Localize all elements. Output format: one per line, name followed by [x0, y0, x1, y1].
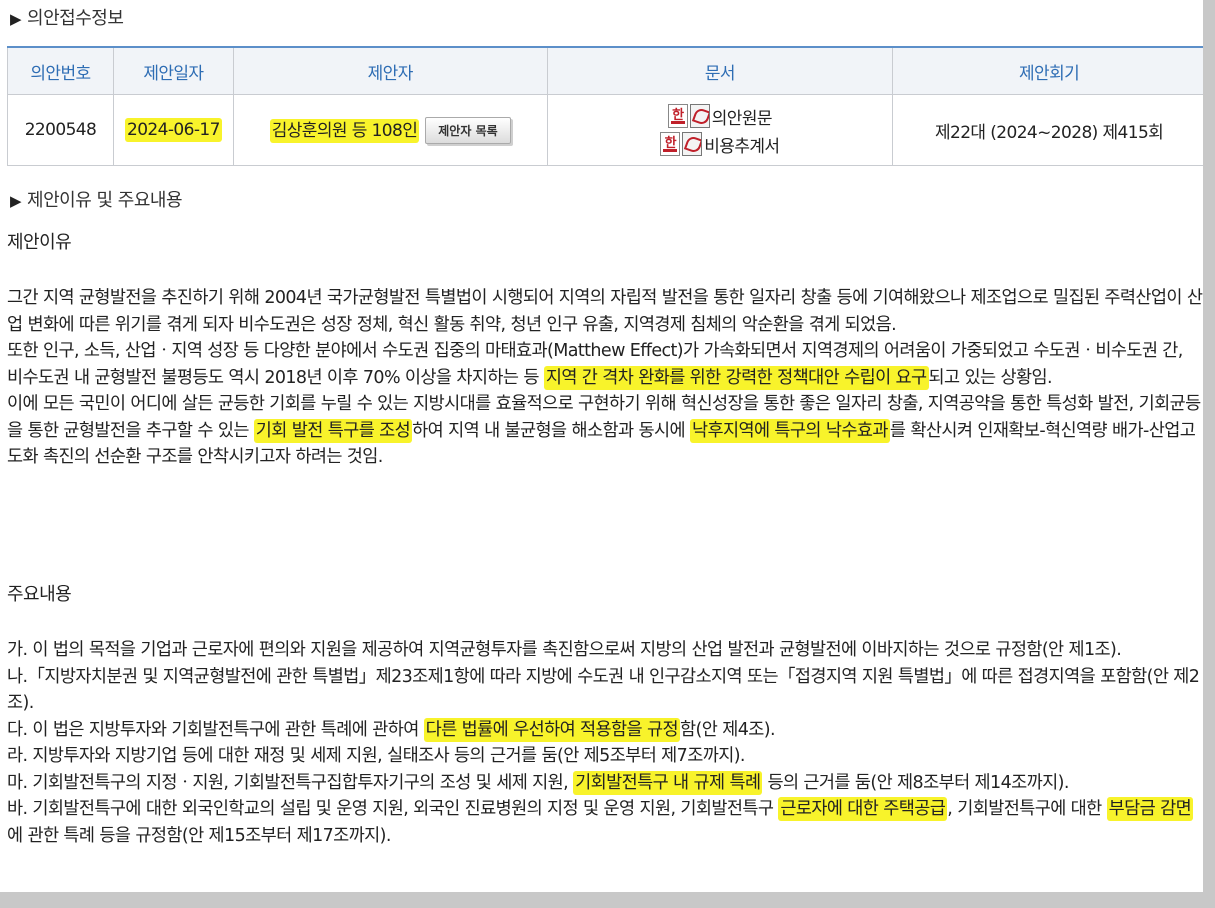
highlight: 기회발전특구 내 규제 특례	[573, 770, 763, 795]
document-label: 의안원문	[711, 108, 773, 129]
document-link-bill-text[interactable]: 한 의안원문	[549, 102, 892, 130]
pdf-icon[interactable]	[682, 132, 703, 156]
list-item: 나.「지방자치분권 및 지역균형발전에 관한 특별법」제23조제1항에 따라 지…	[7, 666, 1200, 714]
list-item: 다. 이 법은 지방투자와 기회발전특구에 관한 특례에 관하여 다른 법률에 …	[7, 717, 776, 742]
highlight: 지역 간 격차 완화를 위한 강력한 정책대안 수립이 요구	[543, 365, 929, 390]
bill-detail-page: ▶ 의안접수정보 의안번호 제안일자 제안자 문서 제안회기 2200548 20…	[0, 0, 1203, 892]
session: 제22대 (2024~2028) 제415회	[892, 94, 1203, 166]
bill-receipt-table: 의안번호 제안일자 제안자 문서 제안회기 2200548 2024-06-17…	[7, 46, 1203, 166]
reason-label: 제안이유	[7, 232, 72, 253]
table-row: 2200548 2024-06-17 김상훈의원 등 108인 제안자 목록 한 …	[7, 94, 1203, 166]
reason-text: 그간 지역 균형발전을 추진하기 위해 2004년 국가균형발전 특별법이 시행…	[7, 285, 1203, 471]
document-label: 비용추계서	[704, 136, 780, 157]
header-bill-number: 의안번호	[7, 47, 114, 95]
table-header-row: 의안번호 제안일자 제안자 문서 제안회기	[7, 47, 1203, 95]
proposer-name: 김상훈의원 등 108인	[269, 118, 420, 143]
proposer-list-button[interactable]: 제안자 목록	[425, 117, 511, 145]
main-content-text: 가. 이 법의 목적을 기업과 근로자에 편의와 지원을 제공하여 지역균형투자…	[7, 637, 1203, 849]
header-proposal-date: 제안일자	[112, 47, 234, 95]
reasons-section-title: ▶ 제안이유 및 주요내용	[10, 190, 183, 211]
header-session: 제안회기	[892, 47, 1203, 95]
triangle-icon: ▶	[10, 192, 22, 210]
reason-paragraph: 또한 인구, 소득, 산업ㆍ지역 성장 등 다양한 분야에서 수도권 집중의 마…	[7, 341, 1183, 390]
highlight: 다른 법률에 우선하여 적용함을 규정	[423, 717, 681, 742]
triangle-icon: ▶	[10, 10, 22, 28]
proposer-cell: 김상훈의원 등 108인 제안자 목록	[232, 94, 548, 166]
list-item: 가. 이 법의 목적을 기업과 근로자에 편의와 지원을 제공하여 지역균형투자…	[7, 640, 1122, 660]
highlight: 기회 발전 특구를 조성	[253, 418, 413, 443]
highlight: 부담금 감면	[1106, 797, 1194, 821]
document-link-cost-estimate[interactable]: 한 비용추계서	[549, 130, 892, 158]
header-documents: 문서	[546, 47, 894, 95]
header-proposer: 제안자	[232, 47, 548, 95]
documents-cell: 한 의안원문 한 비용추계서	[546, 94, 894, 166]
proposal-date: 2024-06-17	[125, 118, 222, 142]
pdf-icon[interactable]	[689, 104, 710, 128]
list-item: 마. 기회발전특구의 지정ㆍ지원, 기회발전특구집합투자기구의 조성 및 세제 …	[7, 770, 1069, 795]
proposal-date-cell: 2024-06-17	[112, 94, 234, 166]
highlight: 근로자에 대한 주택공급	[778, 797, 948, 821]
bill-number: 2200548	[7, 94, 114, 166]
list-item: 라. 지방투자와 지방기업 등에 대한 재정 및 세제 지원, 실태조사 등의 …	[7, 746, 745, 766]
main-content-label: 주요내용	[7, 584, 72, 605]
hwp-icon[interactable]: 한	[667, 104, 688, 128]
receipt-section-title: ▶ 의안접수정보	[10, 8, 124, 29]
hwp-icon[interactable]: 한	[660, 132, 681, 156]
reason-paragraph: 그간 지역 균형발전을 추진하기 위해 2004년 국가균형발전 특별법이 시행…	[7, 288, 1203, 335]
reason-paragraph: 이에 모든 국민이 어디에 살든 균등한 기회를 누릴 수 있는 지방시대를 효…	[7, 394, 1201, 467]
highlight: 낙후지역에 특구의 낙수효과	[689, 418, 890, 443]
list-item: 바. 기회발전특구에 대한 외국인학교의 설립 및 운영 지원, 외국인 진료병…	[7, 797, 1194, 846]
